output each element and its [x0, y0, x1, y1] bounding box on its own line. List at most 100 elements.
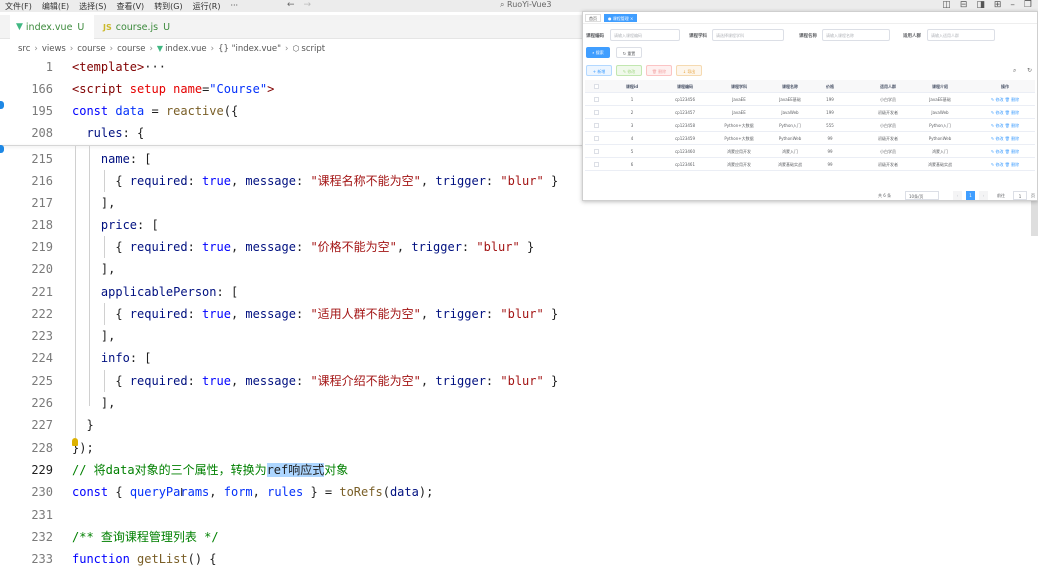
select-all-checkbox[interactable] [594, 84, 599, 89]
row-checkbox[interactable] [594, 110, 599, 115]
add-button[interactable]: + 新增 [586, 65, 612, 76]
code-line[interactable]: 225 { required: true, message: "课程介绍不能为空… [0, 370, 1038, 392]
forward-arrow-icon[interactable]: → [304, 0, 312, 10]
row-delete-link[interactable]: 删除 [1011, 162, 1019, 167]
trash-icon: 🗑 [1003, 136, 1012, 141]
row-edit-link[interactable]: 修改 [996, 136, 1004, 141]
code-line[interactable]: 230 const { queryParams, form, rules } = … [0, 481, 1038, 503]
table-row[interactable]: 2 cp123457 JavaEE JavaWeb 199 初级开发者 JavaWeb ✎ 修… [585, 106, 1035, 119]
breadcrumb-item[interactable]: course [77, 44, 105, 54]
row-delete-link[interactable]: 删除 [1011, 97, 1019, 102]
code-line[interactable]: 220 ], [0, 258, 1038, 280]
row-checkbox[interactable] [594, 123, 599, 128]
code-line[interactable]: 224 info: [ [0, 347, 1038, 369]
menu-item[interactable]: 查看(V) [116, 1, 144, 12]
row-edit-link[interactable]: 修改 [996, 97, 1004, 102]
form-input[interactable]: 请输入课程编码 [610, 29, 680, 41]
breadcrumb-item[interactable]: index.vue [165, 44, 207, 54]
reset-button[interactable]: ↻ 重置 [616, 47, 642, 58]
table-row[interactable]: 6 cp123461 鸿蒙应用开发 鸿蒙基础实战 99 初级开发者 鸿蒙基础实战 ✎ 修改 🗑… [585, 158, 1035, 171]
code-token: trigger [411, 240, 462, 254]
code-token: : [485, 307, 501, 321]
row-checkbox[interactable] [594, 162, 599, 167]
tab-index-vue[interactable]: ▼ index.vue U [10, 15, 94, 39]
row-delete-link[interactable]: 删除 [1011, 149, 1019, 154]
layout-split-icon[interactable]: ◨ [976, 0, 985, 10]
back-arrow-icon[interactable]: ← [287, 0, 295, 10]
code-line[interactable]: 233 function getList() { [0, 548, 1038, 570]
code-line[interactable]: 232 /** 查询课程管理列表 */ [0, 526, 1038, 548]
row-checkbox[interactable] [594, 97, 599, 102]
row-checkbox[interactable] [594, 149, 599, 154]
code-line[interactable]: 222 { required: true, message: "适用人群不能为空… [0, 303, 1038, 325]
export-button[interactable]: ↓ 导出 [676, 65, 702, 76]
code-line[interactable]: 223 ], [0, 325, 1038, 347]
row-edit-link[interactable]: 修改 [996, 110, 1004, 115]
code-line[interactable]: 221 applicablePerson: [ [0, 281, 1038, 303]
table-row[interactable]: 1 cp123456 JavaEE JavaEE基础 199 小白学员 JavaEE基础 ✎ … [585, 93, 1035, 106]
search-toggle-icon[interactable]: ⌕ [1013, 67, 1016, 75]
breadcrumb-item[interactable]: script [301, 44, 325, 54]
table-row[interactable]: 5 cp123460 鸿蒙应用开发 鸿蒙入门 99 小白学员 鸿蒙入门 ✎ 修改 🗑 删除 [585, 145, 1035, 158]
code-token: { [72, 174, 130, 188]
table-row[interactable]: 4 cp123459 Python+大数据 PythonWeb 99 初级开发者 Pytho… [585, 132, 1035, 145]
refresh-icon[interactable]: ↻ [1027, 67, 1032, 74]
menu-item[interactable]: 选择(S) [79, 1, 106, 12]
row-edit-link[interactable]: 修改 [996, 162, 1004, 167]
lightbulb-icon[interactable] [72, 438, 78, 446]
code-text: { required: true, message: "价格不能为空", tri… [72, 236, 534, 258]
layout-grid-icon[interactable]: ⊞ [994, 0, 1002, 10]
form-input[interactable]: 请选择课程学科 [712, 29, 784, 41]
prev-page-button[interactable]: ‹ [953, 191, 962, 200]
form-input[interactable]: 请输入适用人群 [927, 29, 995, 41]
breadcrumb-item[interactable]: src [18, 44, 30, 54]
preview-tab-home[interactable]: 首页 [585, 13, 601, 22]
code-line[interactable]: 229 // 将data对象的三个属性，转换为ref响应式对象 [0, 459, 1038, 481]
row-edit-link[interactable]: 修改 [996, 123, 1004, 128]
code-line[interactable]: 219 { required: true, message: "价格不能为空",… [0, 236, 1038, 258]
code-line[interactable]: 226 ], [0, 392, 1038, 414]
layout-panel-icon[interactable]: ⊟ [960, 0, 968, 10]
line-number: 1 [45, 60, 53, 74]
restore-icon[interactable]: ❐ [1024, 0, 1032, 10]
code-token: ], [72, 396, 116, 410]
code-line[interactable]: 227 } [0, 414, 1038, 436]
form-input[interactable]: 请输入课程名称 [822, 29, 890, 41]
row-checkbox[interactable] [594, 136, 599, 141]
table-row[interactable]: 3 cp123458 Python+大数据 Python入门 555 小白学员 Python… [585, 119, 1035, 132]
row-delete-link[interactable]: 删除 [1011, 110, 1019, 115]
preview-tab-course[interactable]: ● 课程管理 × [604, 13, 638, 22]
code-line[interactable]: 228}); [0, 437, 1038, 459]
edit-button[interactable]: ✎ 修改 [616, 65, 642, 76]
window-title[interactable]: ⌕ RuoYi-Vue3 [500, 0, 551, 10]
code-text: ], [72, 325, 115, 347]
menu-item[interactable]: 编辑(E) [42, 1, 69, 12]
tab-course-js[interactable]: JS course.js U [97, 15, 177, 39]
breadcrumb-item[interactable]: views [42, 44, 66, 54]
indent-guide [104, 236, 105, 258]
minimize-icon[interactable]: – [1010, 0, 1015, 10]
code-token: "blur" [500, 374, 544, 388]
breadcrumb-item[interactable]: course [117, 44, 145, 54]
row-delete-link[interactable]: 删除 [1011, 123, 1019, 128]
delete-button[interactable]: 🗑 删除 [646, 65, 672, 76]
table-cell: 小白学员 [880, 97, 896, 102]
menu-item[interactable]: 运行(R) [193, 1, 221, 12]
menu-item[interactable]: ··· [230, 1, 238, 12]
next-page-button[interactable]: › [979, 191, 988, 200]
code-line[interactable]: 231 [0, 504, 1038, 526]
code-token: "课程介绍不能为空" [310, 374, 421, 388]
goto-page-input[interactable]: 1 [1013, 191, 1027, 200]
row-edit-link[interactable]: 修改 [996, 149, 1004, 154]
menu-item[interactable]: 文件(F) [5, 1, 32, 12]
chevron-right-icon: › [210, 43, 215, 54]
search-button[interactable]: ⌕ 搜索 [586, 47, 610, 58]
code-line[interactable]: 218 price: [ [0, 214, 1038, 236]
layout-sidebar-icon[interactable]: ◫ [942, 0, 951, 10]
row-delete-link[interactable]: 删除 [1011, 136, 1019, 141]
breadcrumb-item[interactable]: {} "index.vue" [218, 44, 281, 54]
menu-item[interactable]: 转到(G) [154, 1, 182, 12]
page-size-select[interactable]: 10条/页 [905, 191, 939, 200]
code-text: const data = reactive({ [72, 100, 238, 122]
page-number-current[interactable]: 1 [966, 191, 975, 200]
